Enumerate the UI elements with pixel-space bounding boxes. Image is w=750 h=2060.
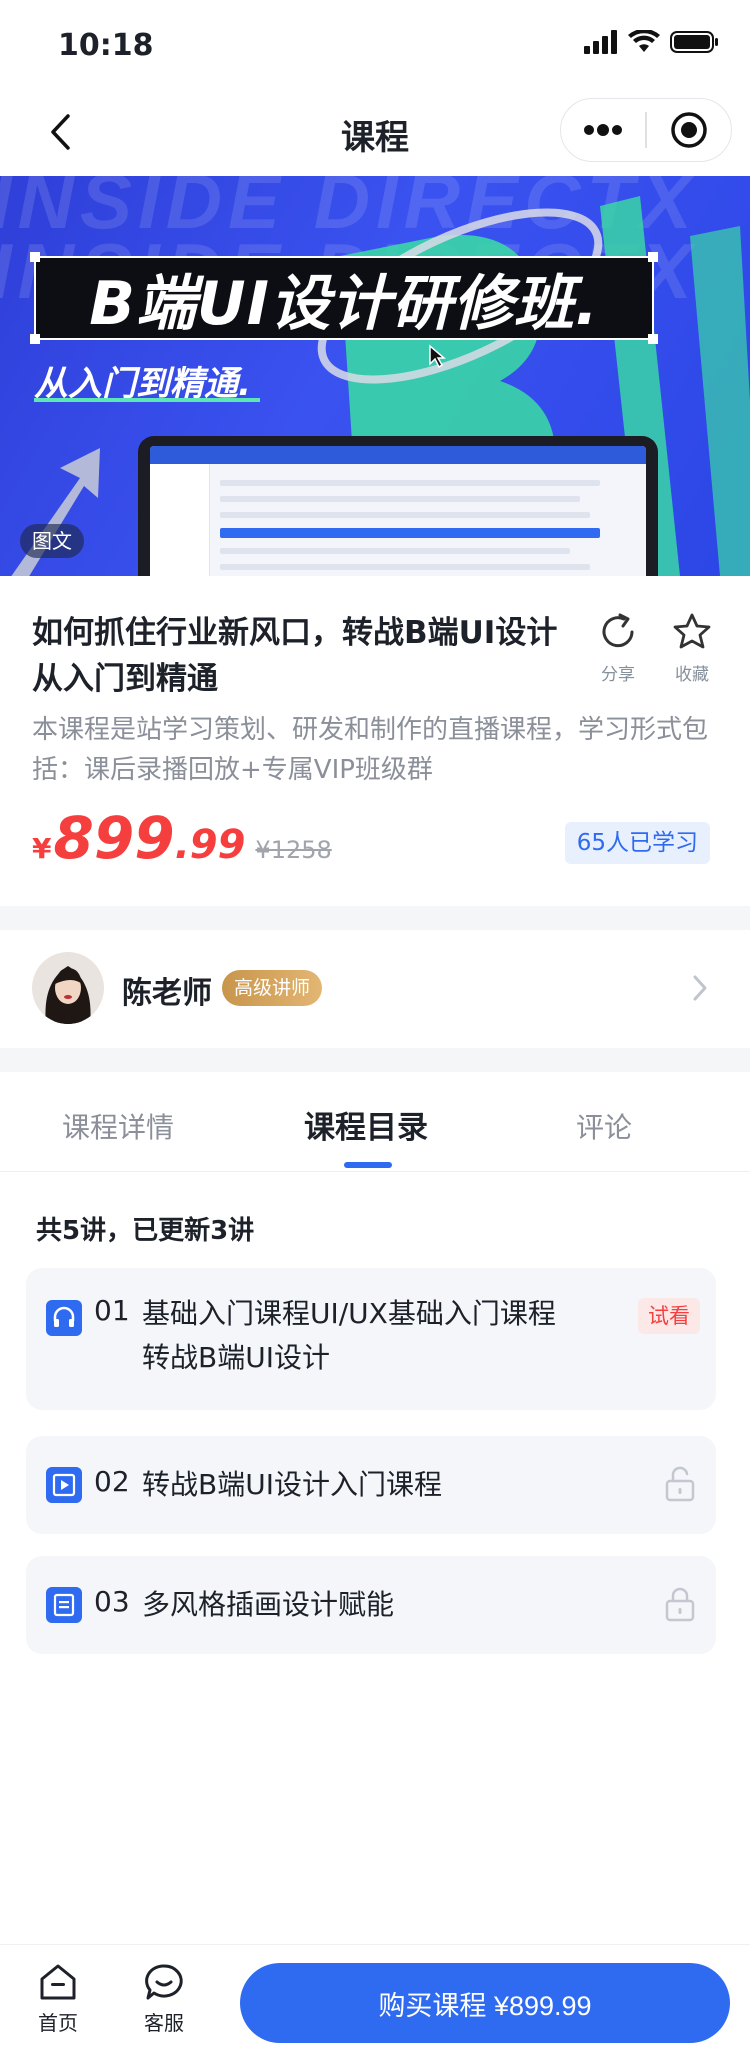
status-bar: 10:18 xyxy=(0,0,750,88)
home-icon xyxy=(40,1964,76,2000)
home-label: 首页 xyxy=(38,2011,78,2035)
bottom-action-bar: 首页 客服 购买课程 ¥899.99 xyxy=(0,1944,750,2060)
teacher-level-badge: 高级讲师 xyxy=(222,970,323,1006)
share-label: 分享 xyxy=(601,665,635,685)
course-description: 本课程是站学习策划、研发和制作的直播课程，学习形式包括：课后录播回放+专属VIP… xyxy=(32,715,709,785)
target-icon xyxy=(671,112,707,148)
lesson-item[interactable]: 01 基础入门课程UI/UX基础入门课程 转战B端UI设计 试看 xyxy=(26,1268,716,1410)
banner-title-box: B端UI设计研修班. xyxy=(30,252,658,344)
selection-handle xyxy=(30,334,40,344)
status-icons xyxy=(584,30,720,54)
price: ¥ 899 .99 ¥1258 xyxy=(32,804,332,872)
lesson-title: 转战B端UI设计入门课程 xyxy=(142,1468,442,1501)
wifi-icon xyxy=(628,30,660,52)
customer-service-button[interactable]: 客服 xyxy=(134,1963,194,2036)
banner-title: B端UI设计研修班. xyxy=(89,268,599,339)
price-decimal: .99 xyxy=(174,822,246,868)
trial-badge: 试看 xyxy=(638,1298,700,1334)
more-button[interactable] xyxy=(561,99,645,161)
lesson-number: 02 xyxy=(94,1465,130,1498)
cursor-icon xyxy=(429,344,446,368)
lesson-item[interactable]: 03 多风格插画设计赋能 xyxy=(26,1556,716,1654)
lesson-number: 03 xyxy=(94,1585,130,1618)
customer-service-label: 客服 xyxy=(144,2011,184,2035)
course-title: 如何抓住行业新风口，转战B端UI设计从入门到精通 xyxy=(32,615,558,697)
status-time: 10:18 xyxy=(58,28,154,63)
tab-course-catalog[interactable]: 课程目录 xyxy=(304,1102,428,1147)
buy-course-button[interactable]: 购买课程 ¥899.99 xyxy=(240,1963,730,2043)
section-divider xyxy=(0,1048,750,1072)
teacher-row[interactable]: 陈老师 高级讲师 xyxy=(0,930,750,1048)
home-button[interactable]: 首页 xyxy=(28,1963,88,2036)
selection-handle xyxy=(648,252,658,262)
catalog-summary: 共5讲，已更新3讲 xyxy=(36,1216,255,1246)
lock-icon xyxy=(665,1587,695,1622)
chevron-right-icon xyxy=(693,975,707,1001)
teacher-avatar xyxy=(32,952,104,1024)
original-price: ¥1258 xyxy=(255,836,332,864)
tab-comments[interactable]: 评论 xyxy=(576,1106,632,1146)
close-miniprogram-button[interactable] xyxy=(647,99,731,161)
course-tabs: 课程详情 课程目录 评论 xyxy=(0,1072,750,1172)
unlocked-icon xyxy=(665,1466,695,1502)
nav-bar: 课程 xyxy=(0,88,750,176)
lesson-title: 多风格插画设计赋能 xyxy=(142,1588,395,1621)
active-tab-indicator xyxy=(344,1162,392,1168)
chat-bubble-icon xyxy=(145,1964,183,2000)
course-info: 如何抓住行业新风口，转战B端UI设计从入门到精通 分享 收藏 本课程是站学习策划… xyxy=(0,576,750,906)
banner-underline xyxy=(34,398,260,402)
share-button[interactable]: 分享 xyxy=(588,612,648,685)
favorite-label: 收藏 xyxy=(675,665,709,685)
course-banner[interactable]: INSIDE DIRECTX INSIDE DIRECTX B端UI设计研修班.… xyxy=(0,176,750,576)
lesson-title: 基础入门课程UI/UX基础入门课程 xyxy=(142,1297,556,1330)
battery-icon xyxy=(670,31,718,53)
play-video-icon xyxy=(46,1467,82,1503)
headphones-icon xyxy=(46,1300,82,1336)
selection-handle xyxy=(648,334,658,344)
document-icon xyxy=(46,1587,82,1623)
teacher-name: 陈老师 xyxy=(122,976,212,1011)
laptop-illustration xyxy=(138,436,658,576)
tab-course-details[interactable]: 课程详情 xyxy=(62,1106,174,1146)
selection-handle xyxy=(30,252,40,262)
share-icon xyxy=(602,613,634,648)
section-divider xyxy=(0,906,750,930)
price-integer: 899 xyxy=(53,804,175,872)
lesson-item[interactable]: 02 转战B端UI设计入门课程 xyxy=(26,1436,716,1534)
lesson-number: 01 xyxy=(94,1294,130,1327)
star-icon xyxy=(673,613,711,649)
content-type-tag: 图文 xyxy=(20,524,84,558)
lesson-title-continued: 转战B端UI设计 xyxy=(142,1341,330,1374)
signal-icon xyxy=(584,30,617,54)
favorite-button[interactable]: 收藏 xyxy=(662,612,722,685)
learned-count-badge: 65人已学习 xyxy=(564,822,710,864)
miniprogram-capsule xyxy=(560,98,732,162)
price-currency: ¥ xyxy=(32,832,52,865)
more-dots-icon xyxy=(584,124,623,136)
